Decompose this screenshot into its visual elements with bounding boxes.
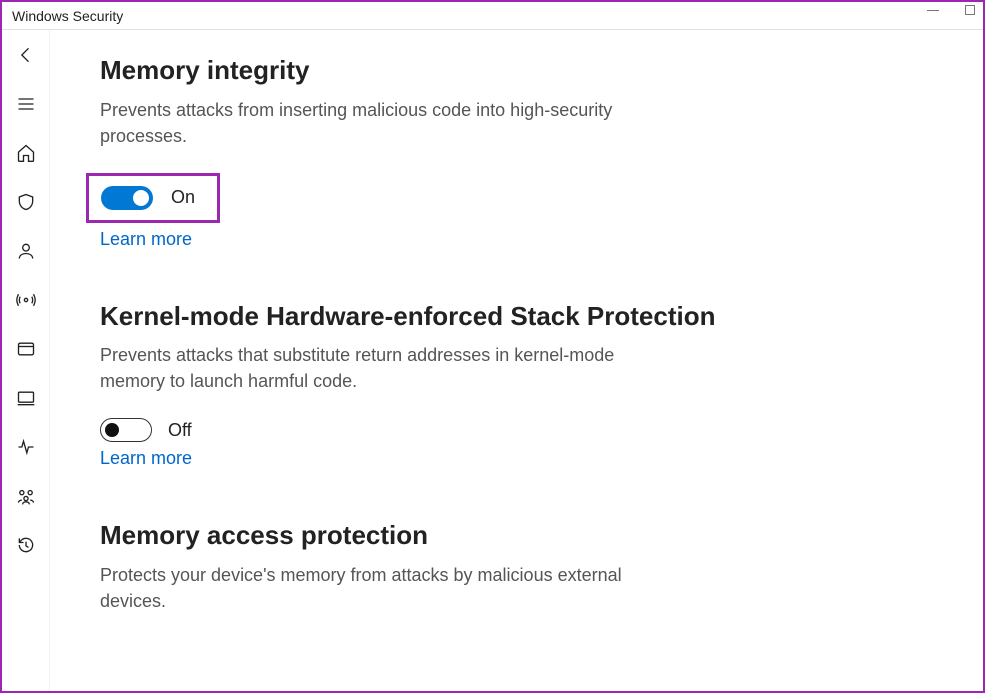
shield-icon[interactable]: [15, 191, 37, 213]
memory-integrity-toggle[interactable]: [101, 186, 153, 210]
titlebar: Windows Security: [2, 2, 983, 30]
section-kernel-stack: Kernel-mode Hardware-enforced Stack Prot…: [100, 300, 903, 508]
account-icon[interactable]: [15, 240, 37, 262]
firewall-icon[interactable]: [15, 289, 37, 311]
heading-kernel-stack: Kernel-mode Hardware-enforced Stack Prot…: [100, 300, 903, 333]
memory-integrity-highlight: On: [86, 173, 220, 223]
menu-icon[interactable]: [15, 93, 37, 115]
back-icon[interactable]: [15, 44, 37, 66]
desc-memory-integrity: Prevents attacks from inserting maliciou…: [100, 97, 660, 149]
window-controls: [927, 5, 975, 15]
kernel-stack-toggle-row: Off: [100, 418, 903, 442]
memory-integrity-learn-more[interactable]: Learn more: [100, 229, 192, 250]
section-memory-access: Memory access protection Protects your d…: [100, 519, 903, 614]
history-icon[interactable]: [15, 534, 37, 556]
home-icon[interactable]: [15, 142, 37, 164]
kernel-stack-learn-more[interactable]: Learn more: [100, 448, 192, 469]
maximize-icon[interactable]: [965, 5, 975, 15]
window-title: Windows Security: [12, 8, 123, 24]
app-browser-icon[interactable]: [15, 338, 37, 360]
kernel-stack-toggle-label: Off: [168, 420, 192, 441]
content-area: Memory integrity Prevents attacks from i…: [50, 30, 983, 691]
device-security-icon[interactable]: [15, 387, 37, 409]
family-icon[interactable]: [15, 485, 37, 507]
memory-integrity-toggle-label: On: [171, 187, 195, 208]
device-performance-icon[interactable]: [15, 436, 37, 458]
desc-kernel-stack: Prevents attacks that substitute return …: [100, 342, 660, 394]
section-memory-integrity: Memory integrity Prevents attacks from i…: [100, 54, 903, 288]
heading-memory-integrity: Memory integrity: [100, 54, 903, 87]
desc-memory-access: Protects your device's memory from attac…: [100, 562, 660, 614]
sidebar: [2, 30, 50, 691]
heading-memory-access: Memory access protection: [100, 519, 903, 552]
kernel-stack-toggle[interactable]: [100, 418, 152, 442]
minimize-icon[interactable]: [927, 10, 939, 11]
